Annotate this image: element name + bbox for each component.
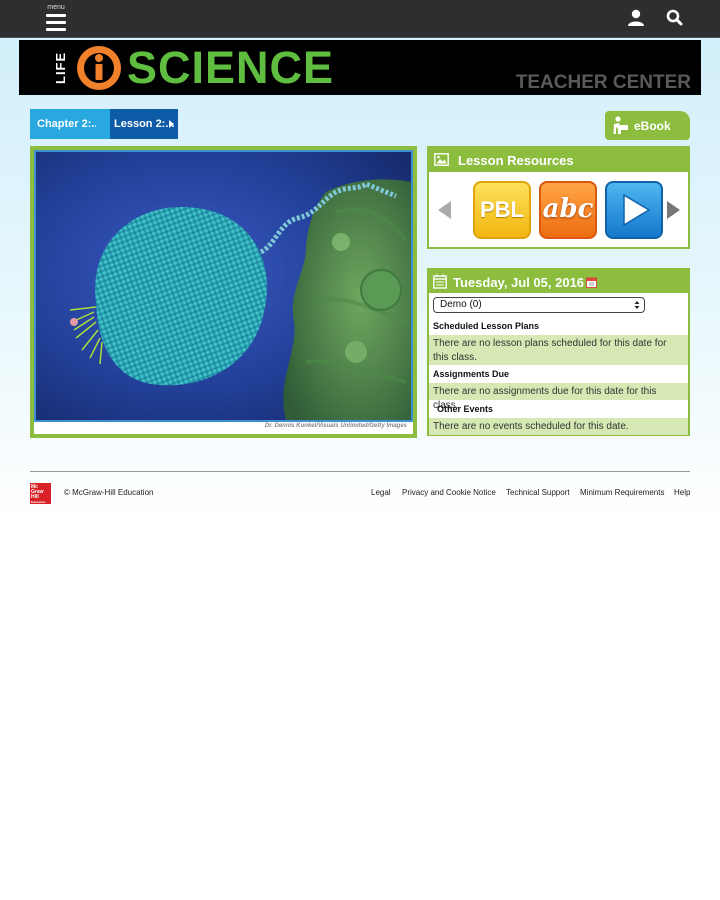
footer-divider	[30, 471, 690, 472]
banner-science-text: SCIENCE	[127, 42, 335, 93]
legal-link[interactable]: Legal	[371, 488, 391, 497]
copyright-text: © McGraw-Hill Education	[64, 488, 154, 497]
pbl-icon: PBL	[480, 197, 524, 222]
breadcrumb-separator	[96, 109, 104, 139]
search-icon[interactable]	[665, 8, 685, 28]
technical-support-link[interactable]: Technical Support	[506, 488, 570, 497]
calendar-icon	[433, 274, 447, 289]
select-arrows-icon	[634, 301, 640, 309]
class-select[interactable]: Demo (0)	[433, 297, 645, 313]
calendar-date: Tuesday, Jul 05, 2016	[453, 275, 585, 290]
caret-right-icon	[169, 120, 174, 128]
date-picker-icon[interactable]	[586, 276, 597, 288]
image-credit: Dr. Dennis Kunkel/Visuals Unlimited/Gett…	[264, 423, 407, 429]
menu-button[interactable]: menu	[44, 4, 68, 34]
other-events-heading: Other Events	[437, 404, 494, 414]
carousel-prev-icon[interactable]	[438, 201, 451, 219]
lesson-resources-panel: Lesson Resources PBL abc	[427, 146, 690, 249]
mcgraw-hill-logo[interactable]: Mc Graw Hill Education	[30, 483, 51, 504]
breadcrumb-chapter-label: Chapter 2:...	[37, 118, 101, 130]
lesson-resources-title: Lesson Resources	[458, 153, 574, 168]
other-events-message: There are no events scheduled for this d…	[429, 418, 688, 435]
class-select-value: Demo (0)	[440, 299, 482, 310]
breadcrumb-lesson[interactable]: Lesson 2:...	[104, 109, 178, 139]
class-calendar-panel: Tuesday, Jul 05, 2016 Demo (0) Scheduled…	[427, 268, 690, 436]
pbl-resource-tile[interactable]: PBL	[473, 181, 531, 239]
vocabulary-icon: abc	[542, 194, 594, 224]
minimum-requirements-link[interactable]: Minimum Requirements	[580, 488, 664, 497]
lesson-plans-heading: Scheduled Lesson Plans	[433, 321, 540, 331]
calendar-header: Tuesday, Jul 05, 2016	[429, 270, 688, 293]
banner-subtitle: TEACHER CENTER	[515, 72, 691, 93]
banner-life-text: LIFE	[53, 51, 68, 85]
lesson-plans-message: There are no lesson plans scheduled for …	[429, 335, 688, 365]
image-icon	[434, 153, 449, 166]
science-logo-icon: i	[75, 44, 123, 92]
ebook-label: eBook	[634, 119, 671, 133]
hamburger-icon	[46, 14, 66, 31]
assignments-heading: Assignments Due	[433, 369, 510, 379]
carousel-next-icon[interactable]	[667, 201, 680, 219]
microscope-image	[34, 150, 413, 422]
play-icon	[623, 193, 651, 227]
assignments-message: There are no assignments due for this da…	[429, 383, 688, 411]
program-banner: LIFE i SCIENCE TEACHER CENTER	[19, 40, 701, 95]
help-link[interactable]: Help	[674, 488, 690, 497]
reader-icon	[613, 116, 629, 135]
ebook-button[interactable]: eBook	[605, 111, 690, 140]
lesson-hero-image: Dr. Dennis Kunkel/Visuals Unlimited/Gett…	[30, 146, 417, 438]
user-icon[interactable]	[626, 8, 646, 28]
logo-line: Education	[31, 500, 46, 504]
video-resource-tile[interactable]	[605, 181, 663, 239]
privacy-link[interactable]: Privacy and Cookie Notice	[402, 488, 496, 497]
top-bar: menu	[0, 0, 720, 38]
breadcrumb: Lesson 2:... Chapter 2:...	[30, 109, 178, 139]
lesson-resources-header: Lesson Resources	[429, 148, 688, 172]
breadcrumb-lesson-label: Lesson 2:...	[114, 118, 175, 130]
image-credit-bar: Dr. Dennis Kunkel/Visuals Unlimited/Gett…	[34, 422, 413, 434]
menu-label: menu	[47, 4, 65, 11]
vocabulary-resource-tile[interactable]: abc	[539, 181, 597, 239]
